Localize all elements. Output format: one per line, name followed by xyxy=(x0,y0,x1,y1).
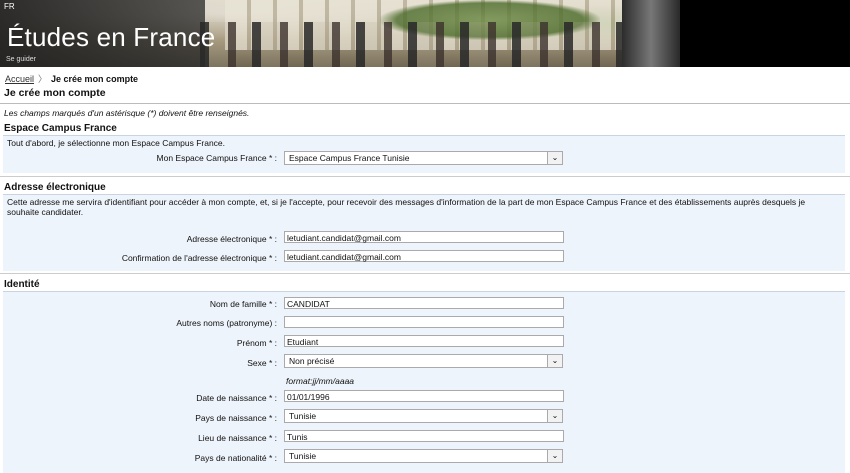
birthplace-label: Lieu de naissance * : xyxy=(198,433,277,443)
header-banner: FR Études en France Se guider xyxy=(0,0,850,67)
sex-select[interactable]: Non précisé ⌄ xyxy=(284,354,563,368)
firstname-field[interactable]: Etudiant xyxy=(284,335,564,347)
page-title: Je crée mon compte xyxy=(4,87,106,99)
email-label: Adresse électronique * : xyxy=(186,234,277,244)
lastname-field[interactable]: CANDIDAT xyxy=(284,297,564,309)
date-format-hint: format:jj/mm/aaaa xyxy=(286,376,355,386)
email-confirm-field[interactable]: letudiant.candidat@gmail.com xyxy=(284,250,564,262)
divider xyxy=(0,176,850,177)
campus-intro: Tout d'abord, je sélectionne mon Espace … xyxy=(7,138,226,148)
campus-field-label: Mon Espace Campus France * : xyxy=(156,153,277,163)
sex-select-value: Non précisé xyxy=(289,356,335,366)
nationality-select-value: Tunisie xyxy=(289,451,317,461)
email-field[interactable]: letudiant.candidat@gmail.com xyxy=(284,231,564,243)
divider xyxy=(0,103,850,104)
breadcrumb-separator: 〉 xyxy=(38,74,48,84)
firstname-label: Prénom * : xyxy=(236,338,277,348)
chevron-down-icon[interactable]: ⌄ xyxy=(547,355,562,367)
birthplace-field[interactable]: Tunis xyxy=(284,430,564,442)
required-fields-note: Les champs marqués d'un astérisque (*) d… xyxy=(4,108,250,118)
birthcountry-label: Pays de naissance * : xyxy=(195,413,277,423)
nationality-label: Pays de nationalité * : xyxy=(194,453,277,463)
banner-students-image xyxy=(200,22,630,67)
birthcountry-select[interactable]: Tunisie ⌄ xyxy=(284,409,563,423)
chevron-down-icon[interactable]: ⌄ xyxy=(547,410,562,422)
campus-select-value: Espace Campus France Tunisie xyxy=(289,153,410,163)
lastname-label: Nom de famille * : xyxy=(209,299,277,309)
othernames-label: Autres noms (patronyme) : xyxy=(176,318,277,328)
chevron-down-icon[interactable]: ⌄ xyxy=(547,450,562,462)
email-confirm-label: Confirmation de l'adresse électronique *… xyxy=(121,253,277,263)
nationality-select[interactable]: Tunisie ⌄ xyxy=(284,449,563,463)
site-title[interactable]: Études en France xyxy=(7,22,215,53)
breadcrumb: Accueil 〉 Je crée mon compte xyxy=(5,72,138,85)
breadcrumb-current: Je crée mon compte xyxy=(51,74,139,84)
email-intro: Cette adresse me servira d'identifiant p… xyxy=(7,197,806,217)
chevron-down-icon[interactable]: ⌄ xyxy=(547,152,562,164)
section-title-campus: Espace Campus France xyxy=(4,123,117,134)
language-switch[interactable]: FR xyxy=(4,2,15,11)
campus-select[interactable]: Espace Campus France Tunisie ⌄ xyxy=(284,151,563,165)
birthdate-field[interactable]: 01/01/1996 xyxy=(284,390,564,402)
section-title-identity: Identité xyxy=(4,279,40,290)
birthcountry-select-value: Tunisie xyxy=(289,411,317,421)
banner-student-image xyxy=(622,0,680,67)
sex-label: Sexe * : xyxy=(247,358,277,368)
banner-dark-area xyxy=(680,0,850,67)
birthdate-label: Date de naissance * : xyxy=(196,393,277,403)
breadcrumb-home-link[interactable]: Accueil xyxy=(5,74,34,84)
site-subtitle: Se guider xyxy=(6,56,36,63)
section-title-email: Adresse électronique xyxy=(4,182,106,193)
othernames-field[interactable] xyxy=(284,316,564,328)
divider xyxy=(0,273,850,274)
